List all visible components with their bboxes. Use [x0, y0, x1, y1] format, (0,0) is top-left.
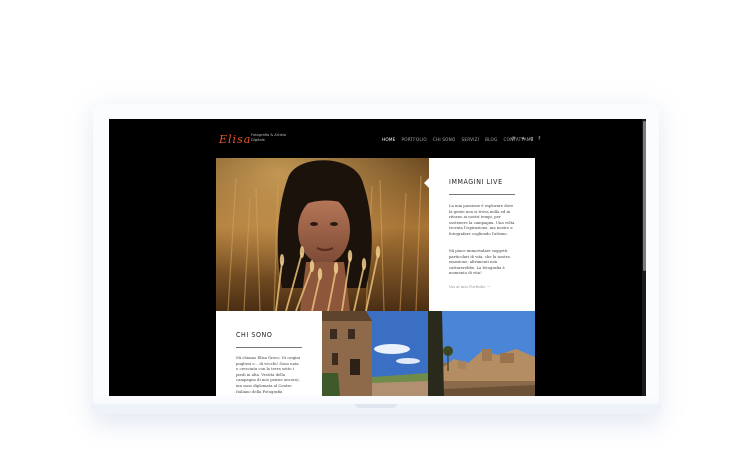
card-live-title: IMMAGINI LIVE — [449, 178, 503, 186]
hero-portrait-photo — [216, 158, 429, 311]
card-chi-sono: CHI SONO Mi chiamo Elisa Greco. Di origi… — [216, 311, 327, 396]
main-nav: HOME PORTFOLIO CHI SONO SERVIZI BLOG CON… — [382, 137, 532, 142]
browser-viewport: Elisa Fotografia & Artista Digitale HOME… — [109, 119, 646, 396]
nav-item-blog[interactable]: BLOG — [485, 137, 497, 142]
laptop-notch — [355, 404, 397, 408]
scrollbar[interactable] — [642, 119, 646, 396]
googleplus-icon[interactable]: g — [530, 136, 533, 142]
hilltown-photo — [428, 311, 535, 396]
site-logo[interactable]: Elisa — [219, 133, 251, 146]
social-links: ℗ ✦ g f — [511, 136, 540, 142]
facebook-icon[interactable]: f — [538, 136, 540, 142]
scrollbar-thumb[interactable] — [643, 121, 646, 271]
pinterest-icon[interactable]: ℗ — [511, 136, 516, 142]
twitter-icon[interactable]: ✦ — [521, 136, 525, 142]
card-live-paragraph-2: Mi piace immortalare soggetti particolar… — [449, 248, 510, 276]
nav-item-home[interactable]: HOME — [382, 137, 396, 142]
card-chi-title: CHI SONO — [236, 331, 273, 339]
site-tagline: Fotografia & Artista Digitale — [251, 133, 287, 142]
card-live-paragraph-1: La mia passione è esplorare dove la gent… — [449, 203, 515, 236]
card-live-divider — [449, 194, 515, 195]
card-chi-divider — [236, 347, 302, 348]
card-chi-paragraph: Mi chiamo Elisa Greco. Di origini puglie… — [236, 355, 301, 394]
nav-item-servizi[interactable]: SERVIZI — [462, 137, 480, 142]
card-immagini-live: IMMAGINI LIVE La mia passione è esplorar… — [424, 158, 535, 311]
village-street-photo — [322, 311, 428, 396]
portfolio-link[interactable]: Vai al mio Portfolio → — [449, 284, 490, 289]
nav-item-chi-sono[interactable]: CHI SONO — [433, 137, 456, 142]
nav-item-portfolio[interactable]: PORTFOLIO — [402, 137, 427, 142]
